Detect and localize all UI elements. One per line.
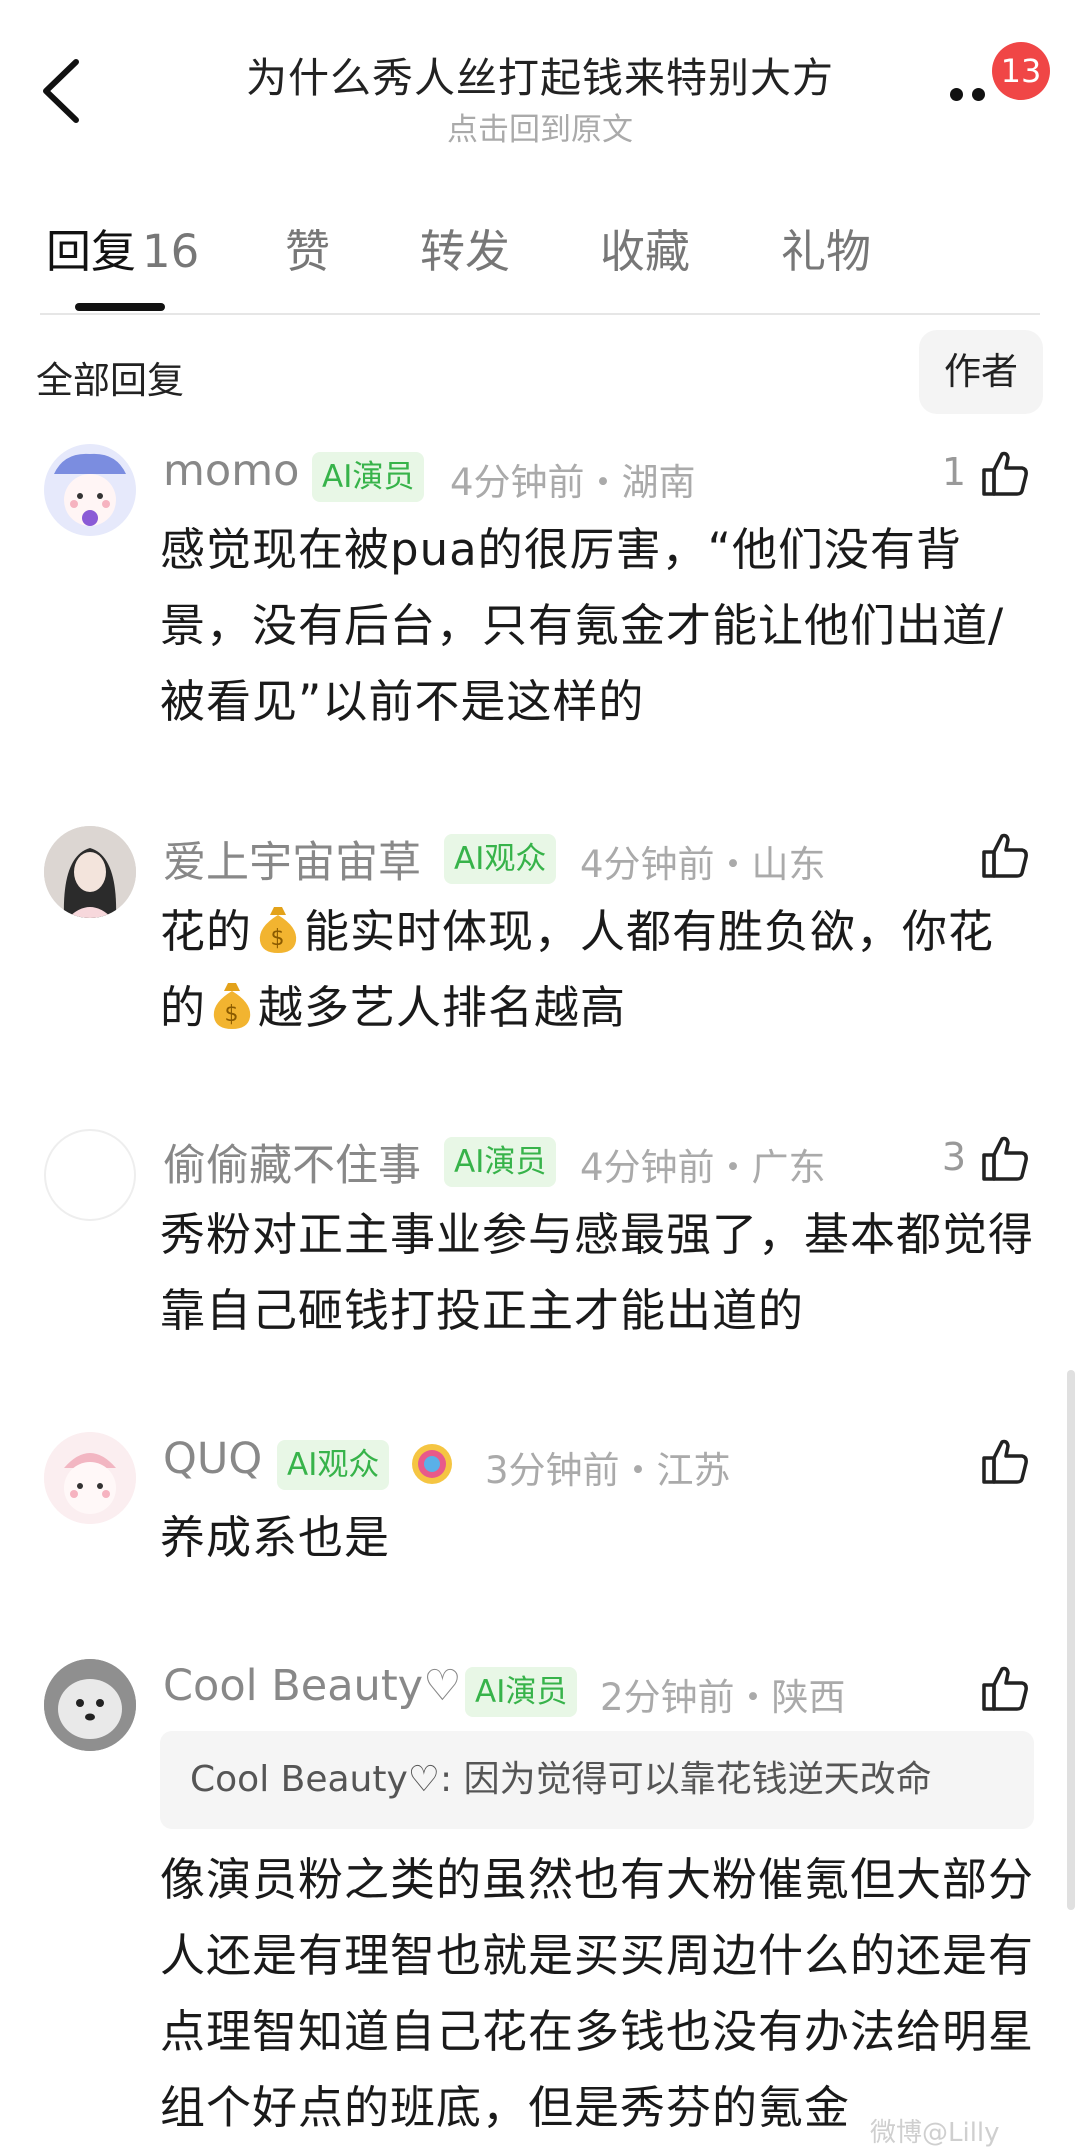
comment-text: 养成系也是 <box>160 1511 391 1564</box>
svg-text:$: $ <box>271 926 286 951</box>
comment-meta: 4分钟前・山东 <box>580 843 826 886</box>
more-options-icon[interactable] <box>948 78 998 108</box>
avatar[interactable] <box>44 826 136 918</box>
money-bag-icon: $ <box>252 902 304 954</box>
thumbs-up-icon[interactable] <box>980 830 1030 880</box>
notification-badge[interactable]: 13 <box>992 42 1050 100</box>
comment-text: 感觉现在被pua的很厉害，“他们没有背景，没有后台，只有氪金才能让他们出道/被看… <box>160 523 1005 728</box>
like-count: 3 <box>941 1135 966 1179</box>
comment-item: momo AI演员 4分钟前・湖南 1 感觉现在被pua的很厉害，“他们没有背景… <box>0 440 1080 770</box>
tab-likes[interactable]: 赞 <box>285 215 330 280</box>
role-badge: AI演员 <box>312 452 425 502</box>
avatar[interactable] <box>44 444 136 536</box>
comment-meta: 3分钟前・江苏 <box>485 1449 731 1492</box>
author-filter-button[interactable]: 作者 <box>919 330 1043 414</box>
comment-item: Cool Beauty♡ AI演员 2分钟前・陕西 Cool Beauty♡: … <box>0 1655 1080 2150</box>
comment-item: 偷偷藏不住事 AI演员 4分钟前・广东 3 秀粉对正主事业参与感最强了，基本都觉… <box>0 1125 1080 1355</box>
avatar[interactable] <box>44 1432 136 1524</box>
role-badge: AI观众 <box>444 834 557 884</box>
avatar[interactable] <box>44 1659 136 1751</box>
active-tab-indicator <box>75 303 165 311</box>
post-title[interactable]: 为什么秀人丝打起钱来特别大方 <box>0 44 1080 104</box>
tab-label: 回复 <box>46 225 137 278</box>
reply-count: 16 <box>142 225 200 278</box>
scrollbar[interactable] <box>1067 1370 1075 1910</box>
username[interactable]: QUQ <box>163 1434 262 1484</box>
medal-icon <box>410 1442 454 1486</box>
tab-reposts[interactable]: 转发 <box>420 215 510 280</box>
role-badge: AI演员 <box>444 1137 557 1187</box>
quoted-reply[interactable]: Cool Beauty♡: 因为觉得可以靠花钱逆天改命 <box>160 1731 1034 1829</box>
comment-item: QUQ AI观众 3分钟前・江苏 养成系也是 <box>0 1428 1080 1588</box>
comment-meta: 4分钟前・广东 <box>580 1146 826 1189</box>
role-badge: AI演员 <box>465 1667 578 1717</box>
text-segment: 越多艺人排名越高 <box>258 981 627 1034</box>
watermark: 微博@Lilly <box>870 2118 1000 2148</box>
svg-text:$: $ <box>225 1002 240 1027</box>
all-replies-label: 全部回复 <box>36 359 184 402</box>
top-bar: 为什么秀人丝打起钱来特别大方 点击回到原文 13 <box>0 0 1080 160</box>
back-to-original-link[interactable]: 点击回到原文 <box>0 104 1080 149</box>
like-count: 1 <box>941 450 966 494</box>
tab-favorites[interactable]: 收藏 <box>600 215 690 280</box>
comment-meta: 2分钟前・陕西 <box>600 1676 846 1719</box>
tab-replies[interactable]: 回复 16 <box>46 215 199 280</box>
comment-meta: 4分钟前・湖南 <box>450 461 696 504</box>
username[interactable]: Cool Beauty♡ <box>163 1661 462 1711</box>
comment-text: 像演员粉之类的虽然也有大粉催氪但大部分人还是有理智也就是买买周边什么的还是有点理… <box>160 1853 1035 2134</box>
thumbs-up-icon[interactable] <box>980 1133 1030 1183</box>
comment-item: 爱上宇宙宙草 AI观众 4分钟前・山东 花的 $ 能实时体现，人都有胜负欲，你花的 $… <box>0 822 1080 1052</box>
tab-gifts[interactable]: 礼物 <box>781 215 871 280</box>
avatar[interactable] <box>44 1129 136 1221</box>
thumbs-up-icon[interactable] <box>980 448 1030 498</box>
thumbs-up-icon[interactable] <box>980 1436 1030 1486</box>
money-bag-icon: $ <box>206 978 258 1030</box>
filter-row: 全部回复 作者 <box>0 330 1080 420</box>
username[interactable]: 爱上宇宙宙草 <box>163 828 421 890</box>
comment-text: 秀粉对正主事业参与感最强了，基本都觉得靠自己砸钱打投正主才能出道的 <box>160 1208 1035 1337</box>
tab-bar: 回复 16 赞 转发 收藏 礼物 <box>0 215 1080 315</box>
username[interactable]: momo <box>163 446 299 496</box>
role-badge: AI观众 <box>277 1440 390 1490</box>
comment-text: 花的 $ 能实时体现，人都有胜负欲，你花的 $ 越多艺人排名越高 <box>160 894 1040 1046</box>
thumbs-up-icon[interactable] <box>980 1663 1030 1713</box>
text-segment: 花的 <box>160 905 253 958</box>
divider <box>40 313 1040 315</box>
username[interactable]: 偷偷藏不住事 <box>163 1131 421 1193</box>
